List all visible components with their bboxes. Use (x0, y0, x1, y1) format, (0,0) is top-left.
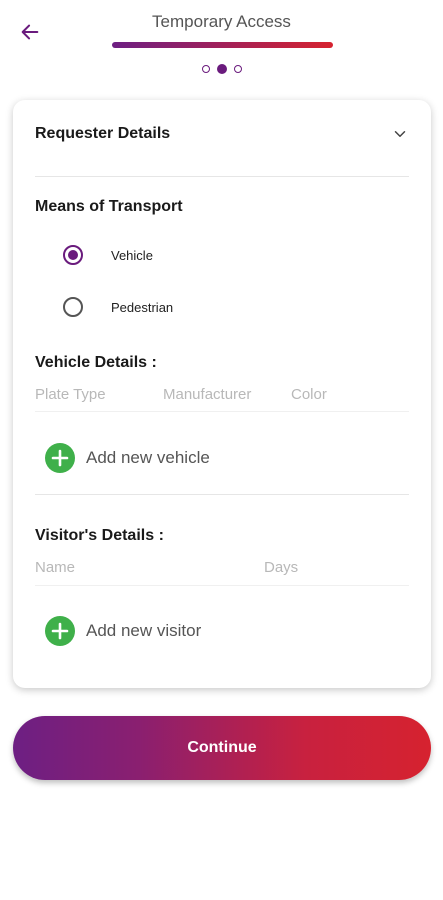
radio-option-pedestrian[interactable]: Pedestrian (63, 297, 173, 317)
divider (35, 494, 409, 495)
divider (35, 411, 409, 412)
temporary-access-screen: Temporary Access Requester Details Means… (0, 0, 443, 900)
step-dot-3 (233, 65, 242, 73)
divider (35, 585, 409, 586)
means-of-transport-label: Means of Transport (35, 198, 183, 215)
add-new-vehicle-button[interactable]: Add new vehicle (45, 443, 210, 473)
divider (35, 176, 409, 177)
step-indicator (0, 64, 443, 74)
continue-button[interactable]: Continue (13, 716, 431, 780)
vehicle-details-label: Vehicle Details : (35, 354, 157, 371)
plus-circle-icon (45, 443, 75, 473)
visitor-details-label: Visitor's Details : (35, 527, 164, 544)
radio-option-vehicle[interactable]: Vehicle (63, 245, 153, 265)
column-header-days: Days (264, 559, 299, 576)
vehicle-table-header: Plate Type Manufacturer Color (35, 386, 409, 406)
plus-circle-icon (45, 616, 75, 646)
column-header-name: Name (35, 559, 76, 576)
title-underline (112, 42, 333, 48)
add-new-visitor-label: Add new visitor (86, 621, 202, 640)
plus-icon (51, 622, 69, 640)
visitor-table-header: Name Days (35, 559, 409, 579)
add-new-vehicle-label: Add new vehicle (86, 448, 210, 467)
page-title: Temporary Access (152, 12, 291, 31)
add-new-visitor-button[interactable]: Add new visitor (45, 616, 201, 646)
step-dot-2-active (216, 64, 227, 74)
radio-button-pedestrian[interactable] (63, 297, 83, 317)
radio-selected-dot (68, 250, 78, 260)
column-header-manufacturer: Manufacturer (163, 386, 252, 403)
requester-details-label: Requester Details (35, 125, 171, 142)
plus-icon (51, 449, 69, 467)
step-dot-1 (201, 65, 210, 73)
radio-label-vehicle: Vehicle (111, 247, 153, 263)
requester-details-accordion[interactable]: Requester Details (35, 123, 409, 145)
chevron-down-icon (394, 131, 406, 137)
radio-button-vehicle[interactable] (63, 245, 83, 265)
access-form-card: Requester Details Means of Transport Veh… (13, 100, 431, 688)
column-header-plate-type: Plate Type (35, 386, 106, 403)
radio-label-pedestrian: Pedestrian (111, 299, 174, 315)
column-header-color: Color (291, 386, 327, 403)
